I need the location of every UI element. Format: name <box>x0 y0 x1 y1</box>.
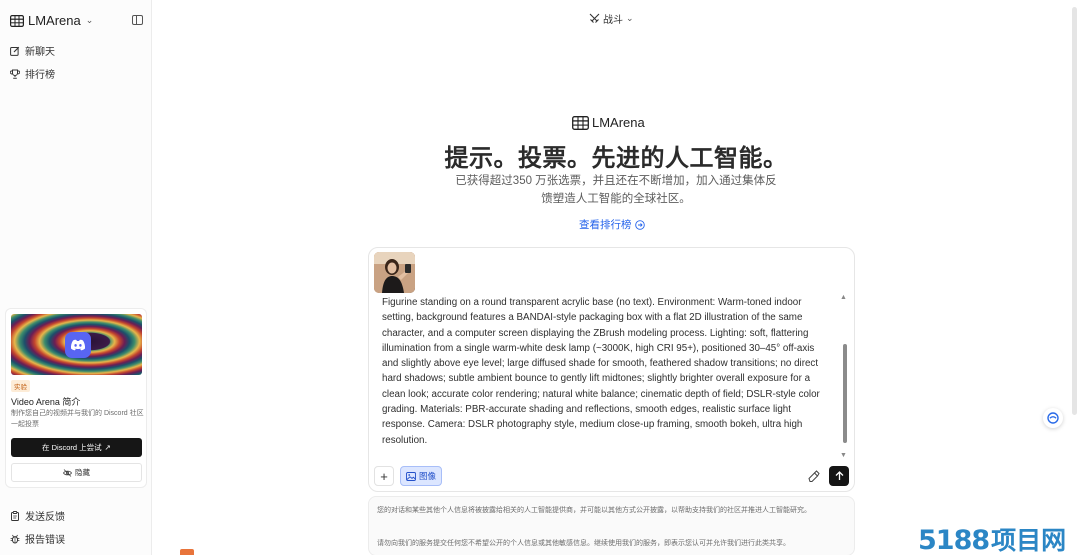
button-label: 在 Discord 上尝试 <box>42 443 102 452</box>
page-scrollbar[interactable] <box>1072 7 1077 415</box>
sidebar-item-label: 发送反馈 <box>25 512 65 523</box>
attached-image-thumbnail[interactable] <box>374 252 415 293</box>
view-leaderboard-link[interactable]: 查看排行榜 <box>579 217 645 232</box>
try-on-discord-button[interactable]: 在 Discord 上尝试 ↗ <box>11 438 142 457</box>
arrow-up-icon <box>835 471 843 480</box>
sidebar-item-new-chat[interactable]: 新聊天 <box>10 43 55 58</box>
arrow-right-circle-icon <box>634 219 645 230</box>
eraser-icon <box>807 469 820 482</box>
decorative-fragment <box>180 549 194 555</box>
watermark-text: 项目网 <box>991 526 1067 555</box>
table-logo-icon <box>10 14 24 27</box>
button-label: 图像 <box>418 471 436 481</box>
link-label: 查看排行榜 <box>579 219 632 231</box>
sidebar-item-label: 新聊天 <box>25 47 55 58</box>
scroll-down-arrow-icon[interactable]: ▼ <box>840 452 847 459</box>
swords-icon <box>589 13 600 23</box>
add-attachment-button[interactable]: + <box>374 466 394 486</box>
chevron-down-icon: ⌄ <box>626 13 634 23</box>
image-icon <box>406 471 416 481</box>
page-title: 提示。投票。先进的人工智能。 <box>444 145 788 172</box>
send-button[interactable] <box>829 466 849 486</box>
discord-icon <box>65 332 91 358</box>
eye-off-icon <box>63 468 72 477</box>
promo-description: 制作您自己的视频并与我们的 Discord 社区一起投票 <box>11 410 144 428</box>
notice-line: 请勿向我们的服务提交任何您不希望公开的个人信息或其他敏感信息。继续使用我们的服务… <box>377 540 790 547</box>
bug-icon <box>10 534 20 544</box>
privacy-notice: 您的对话和某些其他个人信息将被披露给相关的人工智能提供商，并可能以其他方式公开披… <box>368 496 855 555</box>
mode-label: 战斗 <box>603 15 623 26</box>
external-link-icon: ↗ <box>104 443 111 452</box>
button-label: 隐藏 <box>75 468 90 477</box>
edit-icon <box>10 46 20 56</box>
hero-subtitle: 已获得超过350 万张选票，并且还在不断增加，加入通过集体反馈塑造人工智能的全球… <box>455 175 777 205</box>
scroll-up-arrow-icon[interactable]: ▲ <box>840 294 847 301</box>
plus-icon: + <box>380 468 388 484</box>
hero-logo-text: LMArena <box>592 115 645 130</box>
hide-promo-button[interactable]: 隐藏 <box>11 463 142 482</box>
brand-switcher[interactable]: LMArena ⌄ <box>10 13 93 28</box>
clipboard-icon <box>10 510 20 521</box>
site-watermark: 5188 项目网 <box>918 521 1066 555</box>
chat-bubble-icon <box>1047 412 1059 424</box>
brand-name: LMArena <box>28 13 81 28</box>
sidebar: LMArena ⌄ 新聊天 排行榜 实验 Video Arena 简介 制作您自… <box>0 0 152 555</box>
sidebar-collapse-button[interactable] <box>132 15 143 25</box>
promo-image <box>11 314 142 375</box>
trophy-icon <box>10 69 20 79</box>
table-logo-icon <box>572 115 589 130</box>
sidebar-item-label: 排行榜 <box>25 70 55 81</box>
sidebar-item-label: 报告错误 <box>25 535 65 546</box>
textarea-scrollbar[interactable] <box>843 344 847 443</box>
notice-line: 您的对话和某些其他个人信息将被披露给相关的人工智能提供商，并可能以其他方式公开披… <box>377 507 811 514</box>
prompt-composer: Figurine standing on a round transparent… <box>368 247 855 492</box>
prompt-textarea[interactable]: Figurine standing on a round transparent… <box>382 295 827 448</box>
mode-selector[interactable]: 战斗 ⌄ <box>589 11 634 26</box>
image-mode-toggle[interactable]: 图像 <box>400 466 442 486</box>
watermark-number: 5188 <box>918 525 990 555</box>
hero-logo: LMArena <box>572 115 645 130</box>
experimental-tag: 实验 <box>11 380 30 392</box>
video-arena-promo-card: 实验 Video Arena 简介 制作您自己的视频并与我们的 Discord … <box>5 308 147 488</box>
sidebar-item-feedback[interactable]: 发送反馈 <box>10 508 65 523</box>
promo-title: Video Arena 简介 <box>11 397 81 407</box>
clear-prompt-button[interactable] <box>806 469 820 483</box>
sidebar-item-report-bug[interactable]: 报告错误 <box>10 531 65 546</box>
chevron-down-icon: ⌄ <box>85 15 94 25</box>
floating-assistant-button[interactable] <box>1043 408 1063 428</box>
sidebar-item-leaderboard[interactable]: 排行榜 <box>10 66 55 81</box>
